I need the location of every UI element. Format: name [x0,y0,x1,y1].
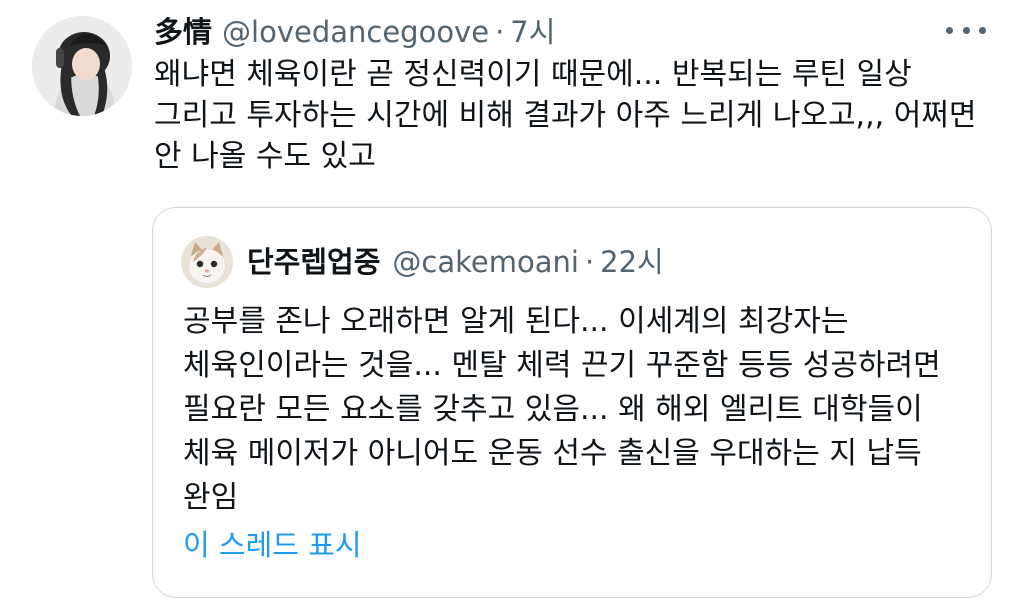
profile-photo-avatar[interactable] [32,16,132,116]
display-name[interactable]: 多情 [154,12,212,52]
more-options-icon[interactable] [946,18,986,42]
quoted-text: 공부를 존나 오래하면 알게 된다... 이세계의 최강자는 체육인이라는 것을… [183,304,941,515]
quoted-handle[interactable]: @cakemoani [392,242,579,282]
quoted-avatar[interactable] [181,236,233,288]
separator-dot: · [495,15,505,49]
quoted-display-name[interactable]: 단주렙업중 [247,242,380,282]
tweet-header: 多情 @lovedancegoove · 7시 [154,12,555,52]
user-handle[interactable]: @lovedancegoove [222,12,489,52]
separator-dot: · [584,245,595,279]
show-thread-link[interactable]: 이 스레드 표시 [183,525,362,565]
more-dot [979,26,986,34]
more-dot [946,26,953,34]
tweet-text: 왜냐면 체육이란 곧 정신력이기 때문에... 반복되는 루틴 일상 그리고 투… [154,57,977,174]
cat-avatar-icon [181,236,233,288]
more-dot [962,26,970,34]
quoted-timestamp[interactable]: 22시 [600,242,664,282]
profile-photo-icon [32,16,132,116]
timestamp[interactable]: 7시 [510,12,555,52]
quoted-tweet[interactable]: 단주렙업중 @cakemoani · 22시 공부를 존나 오래하면 알게 된다… [152,207,992,598]
quoted-header: 단주렙업중 @cakemoani · 22시 [247,242,664,282]
tweet[interactable]: 多情 @lovedancegoove · 7시 왜냐면 체육이란 곧 정신력이기… [0,0,1024,605]
